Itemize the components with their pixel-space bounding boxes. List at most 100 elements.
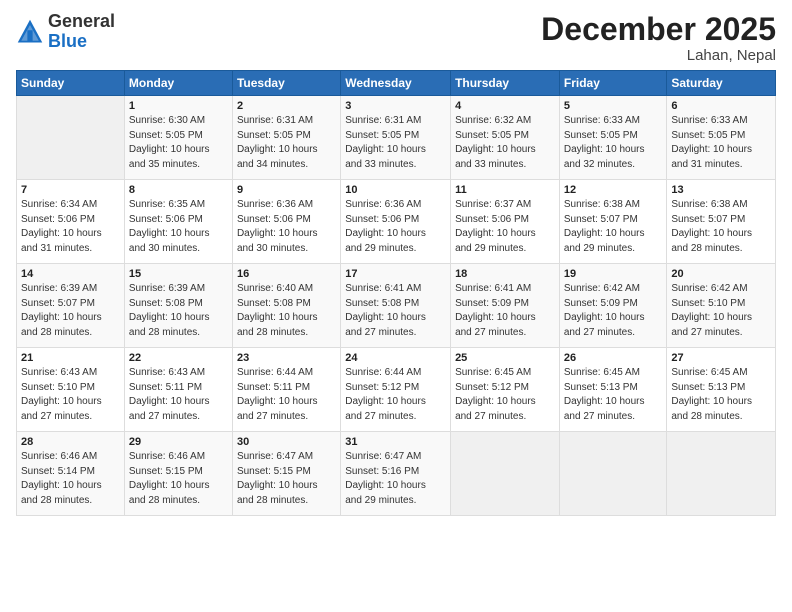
table-cell: 31 Sunrise: 6:47 AM Sunset: 5:16 PM Dayli… (341, 432, 451, 516)
day-info: Sunrise: 6:45 AM Sunset: 5:12 PM Dayligh… (455, 366, 555, 424)
table-cell: 26Sunrise: 6:45 AM Sunset: 5:13 PM Dayli… (559, 348, 667, 432)
day-number: 25 (455, 352, 555, 364)
table-cell: 21 Sunrise: 6:43 AM Sunset: 5:10 PM Dayli… (17, 348, 125, 432)
table-cell: 25 Sunrise: 6:45 AM Sunset: 5:12 PM Dayli… (451, 348, 560, 432)
day-number: 17 (345, 268, 446, 280)
day-number: 7 (21, 184, 120, 196)
day-info: Sunrise: 6:42 AM Sunset: 5:10 PM Dayligh… (671, 282, 771, 340)
location: Lahan, Nepal (541, 47, 776, 64)
table-cell: 1 Sunrise: 6:30 AM Sunset: 5:05 PM Daylig… (124, 96, 232, 180)
col-thursday: Thursday (451, 71, 560, 96)
table-cell: 6 Sunrise: 6:33 AM Sunset: 5:05 PM Daylig… (667, 96, 776, 180)
table-cell (559, 432, 667, 516)
month-year: December 2025 (541, 12, 776, 47)
table-cell: 4Sunrise: 6:32 AM Sunset: 5:05 PM Daylig… (451, 96, 560, 180)
table-cell (667, 432, 776, 516)
day-info: Sunrise: 6:43 AM Sunset: 5:10 PM Dayligh… (21, 366, 120, 424)
table-cell: 16Sunrise: 6:40 AM Sunset: 5:08 PM Dayli… (232, 264, 340, 348)
day-number: 13 (671, 184, 771, 196)
table-cell: 11Sunrise: 6:37 AM Sunset: 5:06 PM Dayli… (451, 180, 560, 264)
day-info: Sunrise: 6:35 AM Sunset: 5:06 PM Dayligh… (129, 198, 228, 256)
day-number: 30 (237, 436, 336, 448)
day-info: Sunrise: 6:46 AM Sunset: 5:14 PM Dayligh… (21, 450, 120, 508)
day-number: 1 (129, 100, 228, 112)
day-info: Sunrise: 6:47 AM Sunset: 5:16 PM Dayligh… (345, 450, 446, 508)
day-number: 5 (564, 100, 663, 112)
day-info: Sunrise: 6:31 AM Sunset: 5:05 PM Dayligh… (345, 114, 446, 172)
day-number: 24 (345, 352, 446, 364)
table-cell: 20 Sunrise: 6:42 AM Sunset: 5:10 PM Dayli… (667, 264, 776, 348)
logo-icon (16, 18, 44, 46)
day-number: 31 (345, 436, 446, 448)
table-cell: 24 Sunrise: 6:44 AM Sunset: 5:12 PM Dayli… (341, 348, 451, 432)
table-cell (17, 96, 125, 180)
table-cell: 27 Sunrise: 6:45 AM Sunset: 5:13 PM Dayli… (667, 348, 776, 432)
day-info: Sunrise: 6:33 AM Sunset: 5:05 PM Dayligh… (564, 114, 663, 172)
table-cell: 17 Sunrise: 6:41 AM Sunset: 5:08 PM Dayli… (341, 264, 451, 348)
day-info: Sunrise: 6:31 AM Sunset: 5:05 PM Dayligh… (237, 114, 336, 172)
day-info: Sunrise: 6:45 AM Sunset: 5:13 PM Dayligh… (671, 366, 771, 424)
day-number: 23 (237, 352, 336, 364)
col-sunday: Sunday (17, 71, 125, 96)
day-info: Sunrise: 6:36 AM Sunset: 5:06 PM Dayligh… (237, 198, 336, 256)
day-info: Sunrise: 6:41 AM Sunset: 5:09 PM Dayligh… (455, 282, 555, 340)
logo-general: General (48, 11, 115, 31)
day-number: 18 (455, 268, 555, 280)
col-monday: Monday (124, 71, 232, 96)
header: General Blue December 2025 Lahan, Nepal (16, 12, 776, 64)
day-info: Sunrise: 6:30 AM Sunset: 5:05 PM Dayligh… (129, 114, 228, 172)
day-info: Sunrise: 6:38 AM Sunset: 5:07 PM Dayligh… (564, 198, 663, 256)
table-cell: 28 Sunrise: 6:46 AM Sunset: 5:14 PM Dayli… (17, 432, 125, 516)
day-number: 6 (671, 100, 771, 112)
day-number: 3 (345, 100, 446, 112)
table-cell: 23 Sunrise: 6:44 AM Sunset: 5:11 PM Dayli… (232, 348, 340, 432)
day-info: Sunrise: 6:38 AM Sunset: 5:07 PM Dayligh… (671, 198, 771, 256)
table-cell: 22Sunrise: 6:43 AM Sunset: 5:11 PM Dayli… (124, 348, 232, 432)
day-number: 20 (671, 268, 771, 280)
day-number: 16 (237, 268, 336, 280)
table-cell: 8 Sunrise: 6:35 AM Sunset: 5:06 PM Daylig… (124, 180, 232, 264)
day-number: 29 (129, 436, 228, 448)
day-info: Sunrise: 6:44 AM Sunset: 5:12 PM Dayligh… (345, 366, 446, 424)
day-info: Sunrise: 6:34 AM Sunset: 5:06 PM Dayligh… (21, 198, 120, 256)
table-cell: 10Sunrise: 6:36 AM Sunset: 5:06 PM Dayli… (341, 180, 451, 264)
table-cell: 2 Sunrise: 6:31 AM Sunset: 5:05 PM Daylig… (232, 96, 340, 180)
day-number: 2 (237, 100, 336, 112)
day-number: 15 (129, 268, 228, 280)
table-cell: 29 Sunrise: 6:46 AM Sunset: 5:15 PM Dayli… (124, 432, 232, 516)
page-container: General Blue December 2025 Lahan, Nepal … (0, 0, 792, 612)
table-cell: 19Sunrise: 6:42 AM Sunset: 5:09 PM Dayli… (559, 264, 667, 348)
day-info: Sunrise: 6:44 AM Sunset: 5:11 PM Dayligh… (237, 366, 336, 424)
table-cell: 3 Sunrise: 6:31 AM Sunset: 5:05 PM Daylig… (341, 96, 451, 180)
table-cell: 14 Sunrise: 6:39 AM Sunset: 5:07 PM Dayli… (17, 264, 125, 348)
day-number: 21 (21, 352, 120, 364)
calendar-header-row: Sunday Monday Tuesday Wednesday Thursday… (17, 71, 776, 96)
calendar-week-5: 28 Sunrise: 6:46 AM Sunset: 5:14 PM Dayli… (17, 432, 776, 516)
day-number: 28 (21, 436, 120, 448)
table-cell: 13 Sunrise: 6:38 AM Sunset: 5:07 PM Dayli… (667, 180, 776, 264)
day-info: Sunrise: 6:46 AM Sunset: 5:15 PM Dayligh… (129, 450, 228, 508)
calendar-table: Sunday Monday Tuesday Wednesday Thursday… (16, 70, 776, 516)
day-number: 11 (455, 184, 555, 196)
day-number: 8 (129, 184, 228, 196)
day-number: 19 (564, 268, 663, 280)
table-cell: 12Sunrise: 6:38 AM Sunset: 5:07 PM Dayli… (559, 180, 667, 264)
day-info: Sunrise: 6:47 AM Sunset: 5:15 PM Dayligh… (237, 450, 336, 508)
day-info: Sunrise: 6:39 AM Sunset: 5:08 PM Dayligh… (129, 282, 228, 340)
day-number: 10 (345, 184, 446, 196)
day-number: 9 (237, 184, 336, 196)
col-tuesday: Tuesday (232, 71, 340, 96)
calendar-week-3: 14 Sunrise: 6:39 AM Sunset: 5:07 PM Dayli… (17, 264, 776, 348)
day-info: Sunrise: 6:33 AM Sunset: 5:05 PM Dayligh… (671, 114, 771, 172)
table-cell: 18 Sunrise: 6:41 AM Sunset: 5:09 PM Dayli… (451, 264, 560, 348)
calendar-week-2: 7 Sunrise: 6:34 AM Sunset: 5:06 PM Daylig… (17, 180, 776, 264)
table-cell: 7 Sunrise: 6:34 AM Sunset: 5:06 PM Daylig… (17, 180, 125, 264)
logo: General Blue (16, 12, 115, 52)
col-friday: Friday (559, 71, 667, 96)
day-info: Sunrise: 6:39 AM Sunset: 5:07 PM Dayligh… (21, 282, 120, 340)
calendar-week-4: 21 Sunrise: 6:43 AM Sunset: 5:10 PM Dayli… (17, 348, 776, 432)
day-number: 27 (671, 352, 771, 364)
day-number: 4 (455, 100, 555, 112)
day-info: Sunrise: 6:41 AM Sunset: 5:08 PM Dayligh… (345, 282, 446, 340)
day-number: 14 (21, 268, 120, 280)
